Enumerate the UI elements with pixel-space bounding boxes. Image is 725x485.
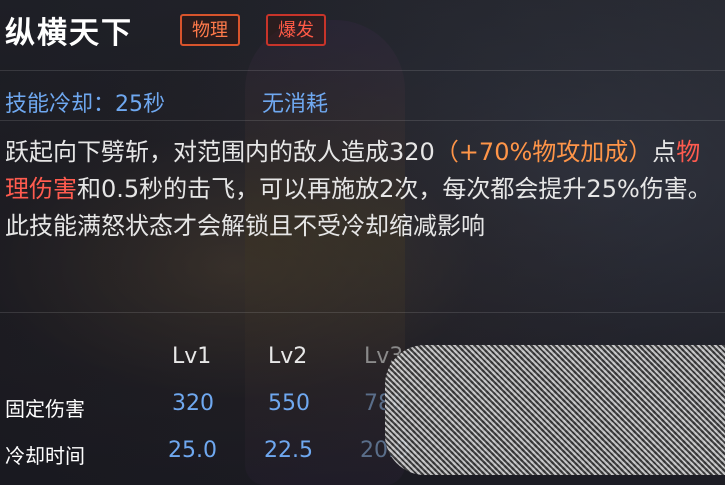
desc-part-5: 和0.5秒的击飞，可以再施放2次，每次都会提升25%伤害。此技能满怒状态才会解锁… xyxy=(5,175,712,240)
cooldown-lv2: 22.5 xyxy=(264,438,313,463)
divider-bottom xyxy=(0,312,725,313)
damage-lv1: 320 xyxy=(172,391,214,416)
level-header-1: Lv1 xyxy=(172,344,212,369)
noise-overlay xyxy=(385,345,725,475)
skill-title: 纵横天下 xyxy=(5,16,133,51)
skill-description: 跃起向下劈斩，对范围内的敌人造成320（+70%物攻加成）点物理伤害和0.5秒的… xyxy=(5,134,715,245)
cooldown-label: 技能冷却：25秒 xyxy=(5,92,165,117)
desc-bonus-scaling: （+70%物攻加成） xyxy=(434,138,653,166)
desc-part-1: 跃起向下劈斩，对范围内的敌人造成320 xyxy=(5,138,435,166)
tag-burst: 爆发 xyxy=(266,14,326,46)
damage-lv2: 550 xyxy=(268,391,310,416)
row-label-damage: 固定伤害 xyxy=(5,397,85,421)
divider-top xyxy=(0,70,725,71)
tag-physical: 物理 xyxy=(180,14,240,46)
divider-mid xyxy=(0,120,725,121)
row-label-cooldown: 冷却时间 xyxy=(5,444,85,468)
desc-part-3: 点 xyxy=(652,138,677,166)
cooldown-lv1: 25.0 xyxy=(168,438,217,463)
cost-label: 无消耗 xyxy=(262,92,329,117)
level-header-2: Lv2 xyxy=(268,344,308,369)
